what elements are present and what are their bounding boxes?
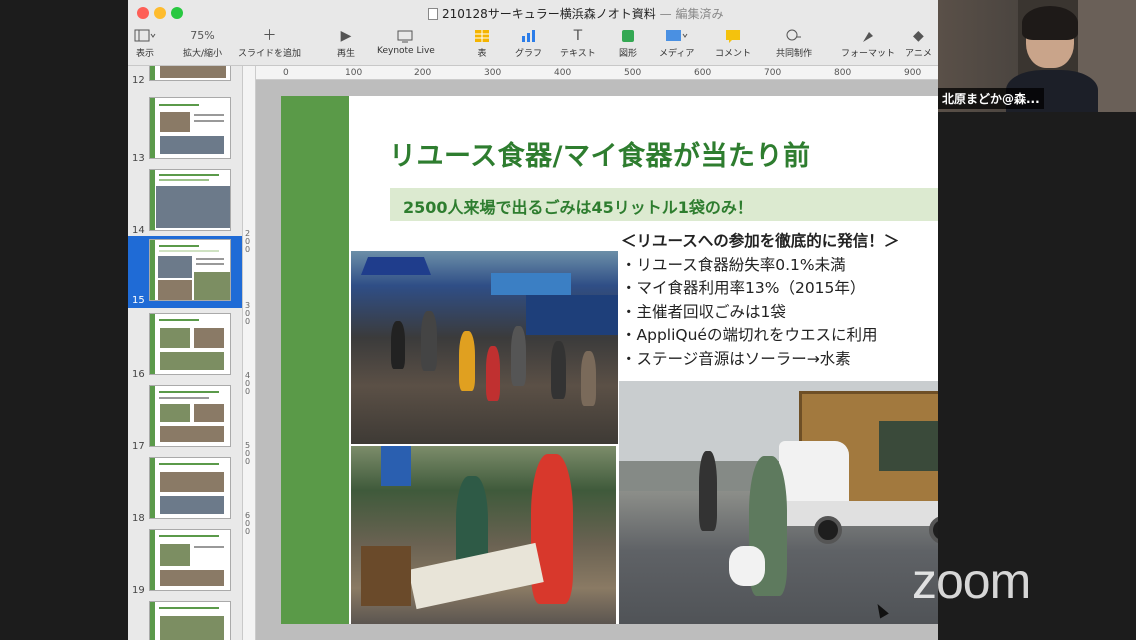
slide-thumbnail-20[interactable] [128,598,242,640]
bullet-item: ・リユース食器紛失率0.1%未満 [621,255,846,274]
close-window-button[interactable] [137,7,149,19]
add-slide-button[interactable]: ＋ スライドを追加 [238,26,301,59]
bullet-item: ・AppliQuéの端切れをウエスに利用 [621,326,878,344]
thumbnail-image [149,313,231,375]
keynote-live-button[interactable]: Keynote Live [377,26,435,56]
shape-icon [619,26,637,46]
horizontal-ruler: 0 100 200 300 400 500 600 700 800 900 [256,66,938,80]
thumbnail-image [149,601,231,640]
slide-thumbnail-15[interactable]: 15 [128,236,242,308]
thumbnail-image [149,169,231,231]
thumbnail-image [149,97,231,159]
bullets-heading: ＜リユースへの参加を徹底的に発信！＞ [621,232,900,250]
text-icon: T [573,28,583,44]
slide-thumbnail-12[interactable]: 12 [128,66,242,88]
keynote-window: 210128サーキュラー横浜森ノオト資料 — 編集済み 表示 75% 拡大/縮小… [128,0,938,640]
keynote-live-icon [377,26,435,46]
comment-icon [715,26,751,46]
table-button[interactable]: 表 [474,26,490,59]
slide-bullets[interactable]: ＜リユースへの参加を徹底的に発信！＞ ・リユース食器紛失率0.1%未満 ・マイ食… [621,230,899,371]
zoom-watermark-logo: zoom [912,553,1031,609]
bullet-item: ・マイ食器利用率13%（2015年） [621,279,866,297]
zoom-value: 75% [190,29,215,42]
chart-icon [515,26,542,46]
slide-accent-bar [281,96,349,624]
thumbnail-image [149,385,231,447]
thumbnail-image [149,529,231,591]
collaborate-icon [776,26,812,46]
media-button[interactable]: メディア [659,26,694,59]
sidebar-icon [134,26,156,46]
minimize-window-button[interactable] [154,7,166,19]
slide-thumbnail-18[interactable]: 18 [128,454,242,526]
toolbar: 表示 75% 拡大/縮小 ＋ スライドを追加 ▶ 再生 Keynote Live… [128,24,938,66]
participant-video-tile[interactable]: 北原まどか@森... [938,0,1136,112]
slide-thumbnail-19[interactable]: 19 [128,526,242,598]
shape-button[interactable]: 図形 [619,26,637,59]
collaborate-button[interactable]: 共同制作 [776,26,812,59]
plus-icon: ＋ [262,28,277,44]
vertical-ruler: 200 300 400 500 600 [243,66,256,640]
table-icon [474,26,490,46]
thumbnail-image [149,66,231,81]
slide-title[interactable]: リユース食器/マイ食器が当たり前 [389,134,811,173]
mobile-truck-photo[interactable] [619,381,938,624]
media-icon [659,26,694,46]
participant-name: 北原まどか@森... [938,88,1044,109]
maximize-window-button[interactable] [171,7,183,19]
thumbnail-image [149,457,231,519]
text-button[interactable]: T テキスト [560,26,596,59]
animate-icon: ◆ [913,28,924,44]
slide-thumbnail-14[interactable]: 14 [128,166,242,238]
current-slide[interactable]: リユース食器/マイ食器が当たり前 2500人来場で出るごみは45リットル1袋のみ… [281,96,938,624]
format-button[interactable]: フォーマット [841,26,895,59]
thumbnail-image [149,239,231,301]
reuse-dish-booth-photo[interactable] [351,446,616,624]
slide-navigator: 12 13 14 15 16 17 18 19 [128,66,243,640]
bullet-item: ・ステージ音源はソーラー→水素 [621,349,851,368]
slide-thumbnail-13[interactable]: 13 [128,94,242,166]
comment-button[interactable]: コメント [715,26,751,59]
chart-button[interactable]: グラフ [515,26,542,59]
view-button[interactable]: 表示 [134,26,156,59]
slide-subtitle[interactable]: 2500人来場で出るごみは45リットル1袋のみ！ [403,194,753,218]
play-icon: ▶ [340,28,352,44]
animate-button[interactable]: ◆ アニメ [905,26,932,59]
document-icon [428,8,438,20]
format-icon [841,26,895,46]
slide-canvas[interactable]: リユース食器/マイ食器が当たり前 2500人来場で出るごみは45リットル1袋のみ… [256,80,938,640]
bullet-item: ・主催者回収ごみは1袋 [621,302,786,321]
participant-hair [1022,6,1078,40]
slide-thumbnail-16[interactable]: 16 [128,310,242,382]
play-button[interactable]: ▶ 再生 [337,26,355,59]
zoom-screen-share: 210128サーキュラー横浜森ノオト資料 — 編集済み 表示 75% 拡大/縮小… [0,0,1136,640]
title-bar: 210128サーキュラー横浜森ノオト資料 — 編集済み [128,0,938,24]
document-title: 210128サーキュラー横浜森ノオト資料 — 編集済み [428,5,723,22]
zoom-button[interactable]: 75% 拡大/縮小 [183,26,222,59]
market-crowd-photo[interactable] [351,251,618,444]
slide-thumbnail-17[interactable]: 17 [128,382,242,454]
